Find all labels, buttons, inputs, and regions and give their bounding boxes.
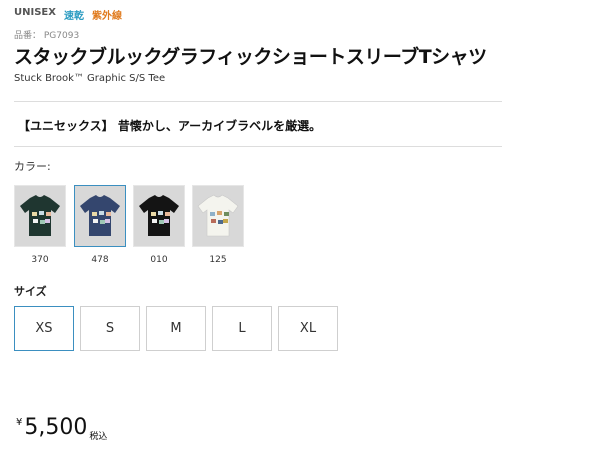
size-button-xl[interactable]: XL <box>278 306 338 351</box>
tshirt-image <box>139 195 179 236</box>
graphic-patch <box>32 212 37 216</box>
graphic-patch <box>152 219 157 223</box>
color-label: カラー: <box>14 160 51 173</box>
graphic-patch <box>224 212 229 216</box>
unisex-tag: UNISEX <box>14 7 56 18</box>
graphic-patch <box>218 220 223 224</box>
product-number: 品番： PG7093 <box>14 31 80 41</box>
color-swatch-010[interactable] <box>133 185 185 247</box>
graphic-patch <box>45 219 50 223</box>
color-code: 370 <box>31 255 49 265</box>
color-swatch-125[interactable] <box>192 185 244 247</box>
graphic-patch <box>92 212 97 216</box>
price-amount: 5,500 <box>24 415 88 440</box>
color-code: 010 <box>150 255 168 265</box>
size-button-l[interactable]: L <box>212 306 272 351</box>
color-code: 478 <box>91 255 109 265</box>
price: ¥ 5,500 税込 <box>16 415 107 442</box>
currency-symbol: ¥ <box>16 417 23 428</box>
tshirt-image <box>20 195 60 236</box>
graphic-patch <box>165 212 170 216</box>
divider <box>14 101 502 102</box>
graphic-patch <box>217 211 222 215</box>
size-button-s[interactable]: S <box>80 306 140 351</box>
graphic-patch <box>151 212 156 216</box>
product-title: スタックブルックグラフィックショートスリーブTシャツ <box>14 46 487 68</box>
uv-tag: 紫外線 <box>91 11 122 22</box>
tax-note: 税込 <box>89 432 108 442</box>
graphic-patch <box>211 219 216 223</box>
graphic-patch <box>100 220 105 224</box>
graphic-patch <box>33 219 38 223</box>
size-label: サイズ <box>14 285 47 298</box>
graphic-patch <box>46 212 51 216</box>
graphic-patch <box>39 211 44 215</box>
color-code: 125 <box>209 255 227 265</box>
feature-tags: UNISEX 速乾 紫外線 <box>14 7 122 22</box>
graphic-patch <box>106 212 111 216</box>
quick-dry-tag: 速乾 <box>63 11 84 22</box>
graphic-patch <box>210 212 215 216</box>
graphic-patch <box>105 219 110 223</box>
color-swatch-478[interactable] <box>74 185 126 247</box>
graphic-patch <box>223 219 228 223</box>
product-subtitle: Stuck Brook™ Graphic S/S Tee <box>14 73 166 84</box>
graphic-patch <box>159 220 164 224</box>
tshirt-image <box>197 194 239 237</box>
divider <box>14 146 502 147</box>
graphic-patch <box>99 211 104 215</box>
tshirt-image <box>80 195 120 236</box>
catch-copy: 【ユニセックス】 昔懐かし、アーカイブラベルを厳選。 <box>18 119 322 133</box>
size-button-xs[interactable]: XS <box>14 306 74 351</box>
graphic-patch <box>158 211 163 215</box>
size-button-m[interactable]: M <box>146 306 206 351</box>
graphic-patch <box>164 219 169 223</box>
graphic-patch <box>93 219 98 223</box>
graphic-patch <box>40 220 45 224</box>
color-swatch-370[interactable] <box>14 185 66 247</box>
